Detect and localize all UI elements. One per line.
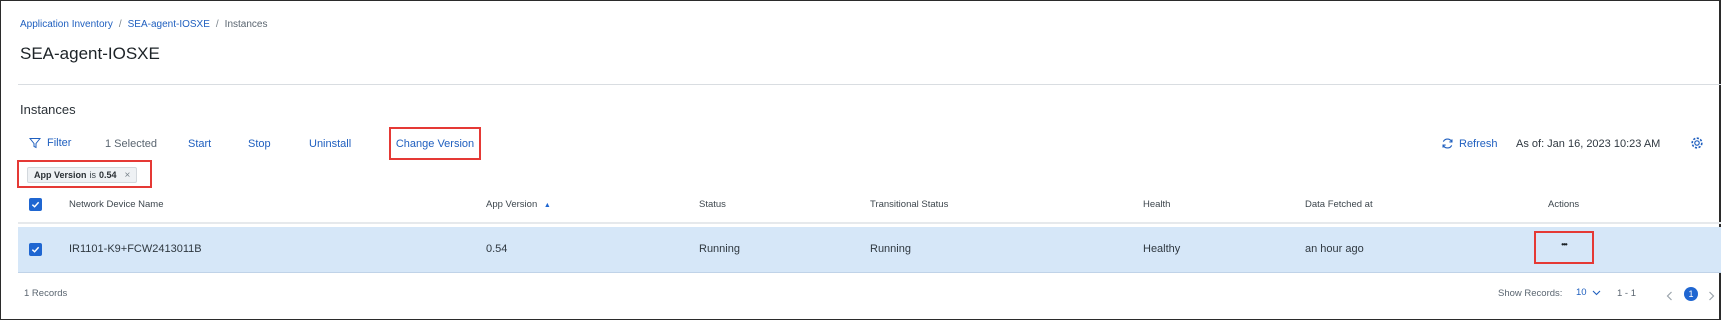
- row-checkbox[interactable]: [29, 243, 42, 256]
- breadcrumb-separator: /: [118, 19, 122, 30]
- cell-fetched: an hour ago: [1305, 243, 1364, 255]
- next-page-button[interactable]: [1708, 288, 1715, 306]
- refresh-label: Refresh: [1459, 137, 1498, 150]
- column-header-device-name[interactable]: Network Device Name: [69, 199, 164, 210]
- chip-field: App Version: [34, 170, 87, 180]
- records-count: 1 Records: [24, 288, 68, 299]
- start-button[interactable]: Start: [188, 138, 211, 150]
- check-icon: [31, 246, 40, 253]
- refresh-button[interactable]: Refresh: [1441, 137, 1498, 150]
- breadcrumb-app[interactable]: SEA-agent-IOSXE: [128, 19, 210, 30]
- chevron-down-icon: [1592, 290, 1600, 295]
- chevron-left-icon: [1666, 291, 1672, 301]
- header-divider: [18, 222, 1721, 224]
- breadcrumb-application-inventory[interactable]: Application Inventory: [20, 19, 113, 30]
- section-title: Instances: [20, 102, 76, 117]
- page-size-select[interactable]: 10: [1576, 287, 1601, 298]
- column-header-health[interactable]: Health: [1143, 199, 1170, 210]
- refresh-icon: [1442, 138, 1453, 149]
- settings-button[interactable]: [1690, 136, 1704, 155]
- sort-ascending-icon: ▲: [543, 202, 551, 209]
- column-header-app-version-label: App Version: [486, 199, 538, 210]
- chip-operator: is: [89, 170, 97, 180]
- cell-status: Running: [699, 243, 740, 255]
- divider: [18, 84, 1721, 85]
- page-1-button[interactable]: 1: [1684, 287, 1698, 301]
- chip-value: 0.54: [99, 170, 117, 180]
- breadcrumb-separator: /: [215, 19, 219, 30]
- column-header-status[interactable]: Status: [699, 199, 726, 210]
- filter-chip: App Version is 0.54 ×: [27, 167, 138, 183]
- page-range: 1 - 1: [1617, 288, 1637, 299]
- chevron-right-icon: [1709, 291, 1715, 301]
- cell-health: Healthy: [1143, 243, 1181, 255]
- filter-icon: [29, 138, 41, 149]
- column-header-actions: Actions: [1548, 199, 1580, 210]
- selected-count: 1 Selected: [105, 138, 157, 150]
- filter-label: Filter: [47, 137, 72, 149]
- column-header-app-version[interactable]: App Version ▲: [486, 199, 551, 210]
- filter-button[interactable]: Filter: [29, 137, 71, 149]
- chip-close-icon[interactable]: ×: [125, 170, 131, 181]
- show-records-label: Show Records:: [1498, 288, 1563, 299]
- more-actions-icon[interactable]: •••: [1534, 240, 1594, 249]
- column-header-data-fetched[interactable]: Data Fetched at: [1305, 199, 1373, 210]
- stop-button[interactable]: Stop: [248, 138, 271, 150]
- select-all-checkbox[interactable]: [29, 198, 42, 211]
- breadcrumb: Application Inventory / SEA-agent-IOSXE …: [20, 19, 267, 30]
- cell-transitional-status: Running: [870, 243, 911, 255]
- page-title: SEA-agent-IOSXE: [20, 44, 160, 63]
- page-size-value: 10: [1576, 287, 1587, 298]
- breadcrumb-current: Instances: [224, 19, 268, 30]
- change-version-button[interactable]: Change Version: [389, 138, 481, 150]
- as-of-timestamp: As of: Jan 16, 2023 10:23 AM: [1516, 138, 1661, 150]
- check-icon: [31, 201, 40, 208]
- uninstall-button[interactable]: Uninstall: [309, 138, 351, 150]
- prev-page-button[interactable]: [1666, 288, 1673, 306]
- gear-icon: [1691, 137, 1703, 149]
- column-header-transitional-status[interactable]: Transitional Status: [870, 199, 948, 210]
- cell-app-version: 0.54: [486, 243, 508, 255]
- cell-device-name[interactable]: IR1101-K9+FCW2413011B: [69, 243, 202, 255]
